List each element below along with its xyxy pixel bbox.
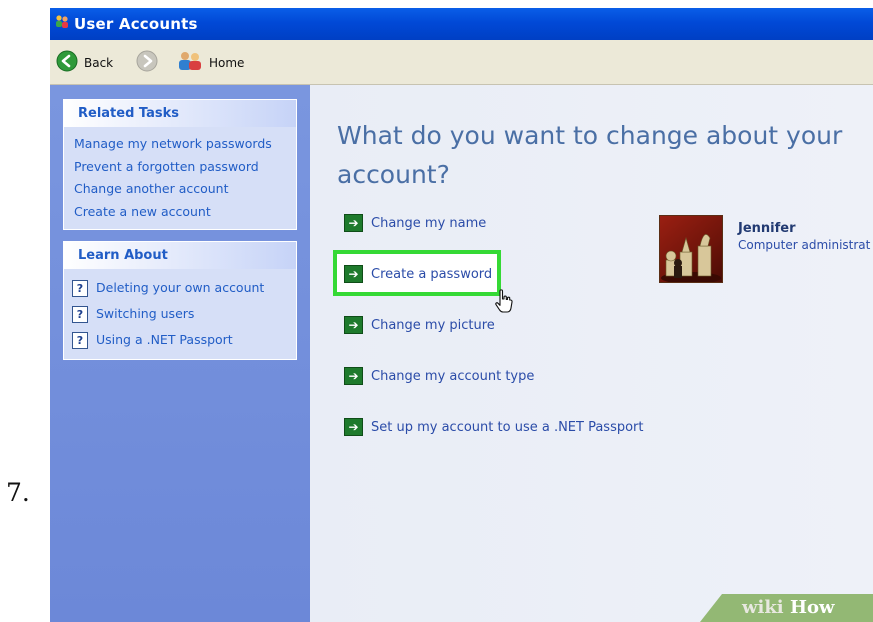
- help-icon: ?: [72, 331, 88, 349]
- home-label: Home: [209, 56, 245, 70]
- learn-deleting-own-account[interactable]: ? Deleting your own account: [64, 275, 296, 301]
- user-accounts-window: User Accounts Back Home Related Tasks Ma…: [50, 8, 873, 622]
- home-button[interactable]: Home: [177, 50, 244, 76]
- watermark-wiki: wiki: [742, 597, 784, 618]
- action-create-password[interactable]: ➔ Create a password: [344, 265, 492, 283]
- task-create-new-account[interactable]: Create a new account: [74, 201, 296, 224]
- action-setup-net-passport[interactable]: ➔ Set up my account to use a .NET Passpo…: [344, 418, 644, 436]
- help-icon: ?: [72, 279, 88, 297]
- watermark: wiki How: [700, 594, 873, 622]
- green-arrow-icon: ➔: [344, 316, 363, 334]
- learn-item-label: Using a .NET Passport: [96, 332, 233, 347]
- task-change-another-account[interactable]: Change another account: [74, 178, 296, 201]
- learn-about-header: Learn About: [64, 242, 296, 269]
- watermark-how: How: [790, 597, 835, 618]
- headline-line-1: What do you want to change about your: [337, 121, 843, 150]
- task-prevent-forgotten-password[interactable]: Prevent a forgotten password: [74, 156, 296, 179]
- title-bar: User Accounts: [50, 8, 873, 40]
- learn-net-passport[interactable]: ? Using a .NET Passport: [64, 327, 296, 353]
- related-tasks-panel: Related Tasks Manage my network password…: [63, 99, 297, 230]
- home-users-icon: [177, 50, 203, 76]
- action-label: Change my name: [371, 215, 487, 231]
- action-label: Create a password: [371, 266, 493, 282]
- sidebar: Related Tasks Manage my network password…: [50, 85, 310, 622]
- user-picture-chess: [659, 215, 723, 283]
- forward-arrow-icon: [136, 50, 158, 76]
- green-arrow-icon: ➔: [344, 367, 363, 385]
- green-arrow-icon: ➔: [344, 265, 363, 283]
- learn-item-label: Switching users: [96, 306, 195, 321]
- back-arrow-icon: [56, 50, 78, 76]
- green-arrow-icon: ➔: [344, 214, 363, 232]
- action-label: Change my account type: [371, 368, 535, 384]
- headline-line-2: account?: [337, 160, 450, 189]
- back-button[interactable]: Back: [56, 50, 113, 76]
- action-change-picture[interactable]: ➔ Change my picture: [344, 316, 495, 334]
- user-accounts-icon: [54, 14, 70, 30]
- user-name: Jennifer: [738, 221, 796, 236]
- main-content: What do you want to change about your ac…: [310, 85, 873, 622]
- help-icon: ?: [72, 305, 88, 323]
- toolbar: Back Home: [50, 40, 873, 85]
- learn-about-panel: Learn About ? Deleting your own account …: [63, 241, 297, 360]
- related-tasks-header: Related Tasks: [64, 100, 296, 127]
- green-arrow-icon: ➔: [344, 418, 363, 436]
- action-label: Change my picture: [371, 317, 495, 333]
- action-change-account-type[interactable]: ➔ Change my account type: [344, 367, 534, 385]
- action-label: Set up my account to use a .NET Passport: [371, 419, 644, 435]
- page-headline: What do you want to change about your ac…: [337, 116, 873, 194]
- action-change-name[interactable]: ➔ Change my name: [344, 214, 486, 232]
- learn-item-label: Deleting your own account: [96, 280, 265, 295]
- step-number: 7.: [6, 478, 30, 507]
- window-title: User Accounts: [74, 15, 198, 33]
- back-label: Back: [84, 56, 114, 70]
- user-role: Computer administrat: [738, 238, 871, 252]
- mouse-cursor-icon: [494, 288, 514, 318]
- forward-button[interactable]: [136, 50, 158, 76]
- task-manage-network-passwords[interactable]: Manage my network passwords: [74, 133, 296, 156]
- learn-switching-users[interactable]: ? Switching users: [64, 301, 296, 327]
